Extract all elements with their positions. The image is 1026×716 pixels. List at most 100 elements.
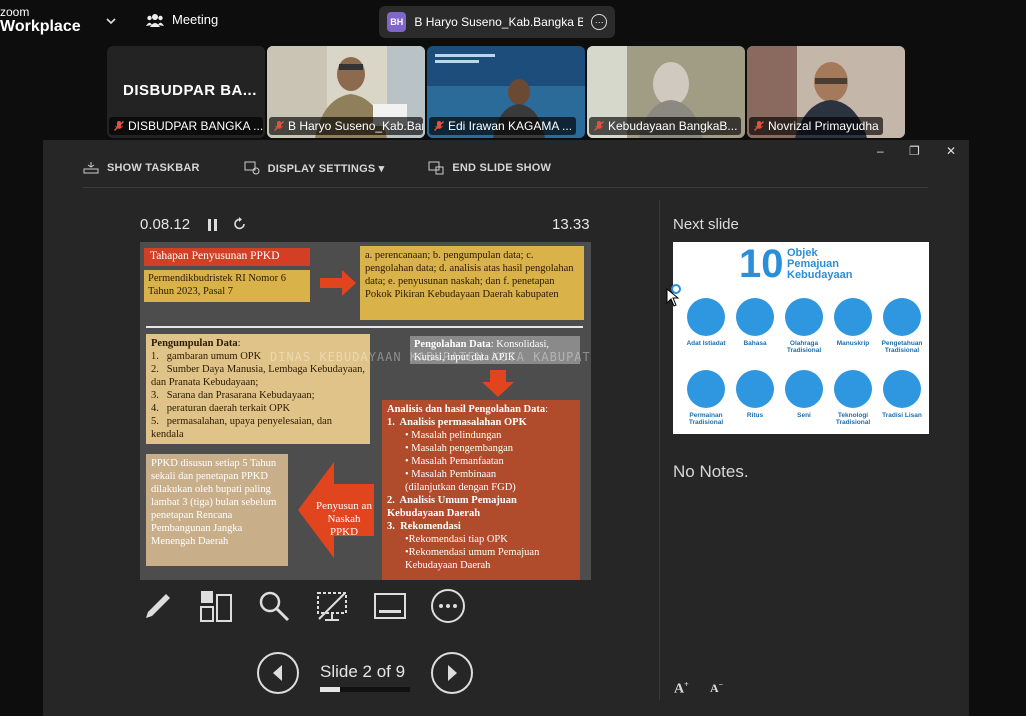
participant-tile[interactable]: Edi Irawan KAGAMA ... [427,46,585,138]
opk-icon [687,370,725,408]
participant-tile-active[interactable]: B Haryo Suseno_Kab.Ban... [267,46,425,138]
toolbar-divider [83,187,928,188]
analisis-item: •Rekomendasi umum Pemajuan Kebudayaan Da… [405,547,540,571]
top-bar: zoom Workplace Meeting BH B Haryo Suseno… [0,0,1026,44]
presenter-toolbar: SHOW TASKBAR DISPLAY SETTINGS ▾ END SLID… [83,154,595,182]
presenter-tools [140,588,466,624]
analisis-item: •Rekomendasi tiap OPK [405,534,508,545]
restart-timer-icon[interactable] [233,217,247,231]
show-taskbar-button[interactable]: SHOW TASKBAR [83,161,200,175]
people-icon [146,13,164,27]
participant-name: Kebudayaan BangkaB... [608,119,738,133]
opk-icon [834,298,872,336]
analisis-item: • Masalah Pemanfaatan [405,456,504,467]
opk-label: Seni [797,412,811,419]
analisis-item: 2. Analisis Umum Pemajuan Kebudayaan Dae… [387,495,517,519]
pause-icon[interactable] [207,218,219,232]
mic-muted-icon [274,121,284,131]
opk-label: Pengetahuan Tradisional [881,340,923,354]
end-show-icon [428,161,444,175]
subtitles-button[interactable] [372,588,408,624]
grid-icon [200,591,232,622]
decrease-font-button[interactable]: A− [710,680,723,696]
participant-label: Novrizal Primayudha [749,117,883,135]
chevron-down-icon[interactable] [104,14,118,28]
pen-tool-button[interactable] [140,588,176,624]
participant-tile[interactable]: Novrizal Primayudha [747,46,905,138]
more-icon [431,589,465,623]
opk-label: Tradisi Lisan [882,412,922,419]
close-icon[interactable]: ✕ [946,144,956,158]
participant-name: B Haryo Suseno_Kab.Ban... [288,119,423,133]
next-slide-button[interactable] [431,652,473,694]
opk-label: Olahraga Tradisional [786,340,822,354]
display-settings-icon [244,161,260,175]
opk-icon [785,298,823,336]
participant-strip: DISBUDPAR BA... DISBUDPAR BANGKA ... B H… [107,46,905,138]
speaker-notes: No Notes. [673,462,749,481]
opk-icon [883,370,921,408]
slide-watermark: DINAS KEBUDAYAAN KABUPATEN KOTA KABUPATE… [270,350,591,364]
speaker-avatar: BH [387,12,407,32]
arrow-down-icon [482,370,514,397]
show-taskbar-label: SHOW TASKBAR [107,162,200,174]
next-slide-preview[interactable]: 10 Objek Pemajuan Kebudayaan Adat Istiad… [673,242,929,434]
see-all-slides-button[interactable] [198,588,234,624]
next-slide-number: 10 [739,242,784,286]
slide-analisis: Analisis dan hasil Pengolahan Data: 1. A… [382,400,580,580]
meeting-button[interactable]: Meeting [146,12,218,27]
slide-title: Tahapan Penyusunan PPKD [144,248,310,266]
increase-font-button[interactable]: A+ [674,680,689,698]
zoom-logo: zoom Workplace [0,6,81,35]
mic-muted-icon [114,121,124,131]
active-speaker-pill[interactable]: BH B Haryo Suseno_Kab.Bangka Bara ··· [379,6,615,38]
display-settings-button[interactable]: DISPLAY SETTINGS ▾ [244,161,385,175]
more-options-icon[interactable]: ··· [591,14,607,30]
brand-line2: Workplace [0,18,81,35]
participant-tile[interactable]: Kebudayaan BangkaB... [587,46,745,138]
laser-ring-icon [671,284,681,294]
opk-label: Manuskrip [836,340,870,347]
opk-icon [785,370,823,408]
previous-slide-button[interactable] [257,652,299,694]
end-slide-show-button[interactable]: END SLIDE SHOW [428,161,551,175]
elapsed-timer: 0.08.12 [140,216,191,233]
opk-label: Permainan Tradisional [688,412,724,426]
opk-label: Bahasa [743,340,767,347]
mic-muted-icon [754,121,764,131]
speaker-name: B Haryo Suseno_Kab.Bangka Bara [414,15,584,29]
slide-ppkd: PPKD disusun setiap 5 Tahun sekali dan p… [146,454,288,566]
participant-tile[interactable]: DISBUDPAR BA... DISBUDPAR BANGKA ... [107,46,265,138]
analisis-item: • Masalah Pembinaan [405,469,497,480]
arrow-right-icon [448,665,457,681]
minimize-icon[interactable]: – [877,144,884,158]
opk-icon [736,370,774,408]
presenter-view: SHOW TASKBAR DISPLAY SETTINGS ▾ END SLID… [43,140,969,716]
screen-tool-button[interactable] [314,588,350,624]
current-slide[interactable]: Tahapan Penyusunan PPKD Permendikbudrist… [140,242,591,580]
opk-icon [687,298,725,336]
zoom-slide-button[interactable] [256,588,292,624]
taskbar-icon [83,162,99,174]
restore-icon[interactable]: ❐ [909,144,920,158]
slide-regulation: Permendikbudristek RI Nomor 6 Tahun 2023… [144,270,310,302]
pengumpulan-title: Pengumpulan Data: [151,338,241,349]
opk-icon [883,298,921,336]
more-options-button[interactable] [430,588,466,624]
slide-progress-bar [320,687,410,692]
participant-label: Kebudayaan BangkaB... [589,117,742,135]
arrow-left-icon [273,665,282,681]
participant-label: DISBUDPAR BANGKA ... [109,117,263,135]
pengumpulan-item: 4. peraturan daerah terkait OPK [151,403,291,414]
brand-line1: zoom [0,5,30,19]
zoom-window: zoom Workplace Meeting BH B Haryo Suseno… [0,0,1026,716]
meeting-label: Meeting [172,12,219,27]
clock-time: 13.33 [552,216,590,233]
slide-counter[interactable]: Slide 2 of 9 [320,662,405,682]
analisis-item: • Masalah pengembangan [405,443,514,454]
slide-separator [146,326,583,328]
pengumpulan-item: 2. Sumber Daya Manusia, Lembaga Kebudaya… [151,364,366,388]
opk-label: Teknologi Tradisional [835,412,871,426]
participant-name-display: DISBUDPAR BA... [123,82,257,99]
analisis-title: Analisis dan hasil Pengolahan Data: [387,404,549,415]
